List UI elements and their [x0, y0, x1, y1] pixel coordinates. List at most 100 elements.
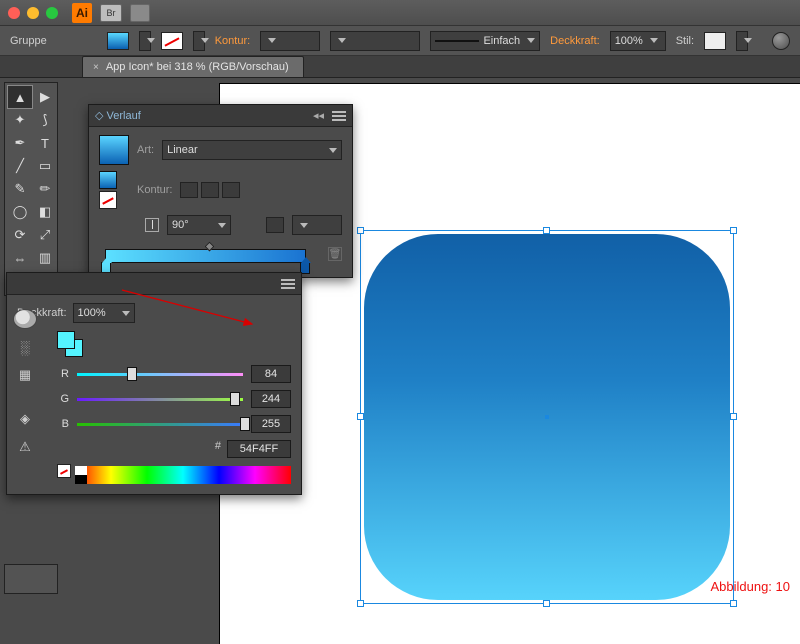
stroke-weight-field[interactable]	[260, 31, 320, 51]
selected-object[interactable]	[360, 230, 734, 604]
pen-tool[interactable]: ✒	[8, 132, 32, 154]
resize-handle[interactable]	[357, 600, 364, 607]
style-label: Stil:	[676, 35, 694, 47]
delete-stop-icon[interactable]: 🗑	[328, 247, 342, 261]
gradient-panel-header[interactable]: ◇ Verlauf ◂◂	[89, 105, 352, 127]
magic-wand-tool[interactable]: ✦	[8, 109, 32, 131]
direct-selection-tool[interactable]: ▶	[33, 86, 57, 108]
variable-width-profile[interactable]	[330, 31, 420, 51]
bridge-icon[interactable]: Br	[100, 4, 122, 22]
gradient-panel[interactable]: ◇ Verlauf ◂◂ Art: Linear Kontur:	[88, 104, 353, 278]
channel-g-slider[interactable]	[77, 394, 243, 404]
fill-swatch[interactable]	[107, 32, 129, 50]
hex-field[interactable]: 54F4FF	[227, 440, 291, 458]
eraser-tool[interactable]: ◧	[33, 201, 57, 223]
fill-dropdown[interactable]	[139, 31, 151, 51]
document-tab[interactable]: × App Icon* bei 318 % (RGB/Vorschau)	[82, 56, 304, 77]
free-transform-tool[interactable]: ▥	[33, 247, 57, 269]
resize-handle[interactable]	[730, 413, 737, 420]
cube-icon[interactable]: ◈	[13, 409, 37, 429]
document-tab-title: App Icon* bei 318 % (RGB/Vorschau)	[106, 61, 289, 73]
gradient-type-label: Art:	[137, 144, 154, 156]
opacity-label: Deckkraft:	[550, 35, 600, 47]
selection-type-label: Gruppe	[10, 35, 47, 47]
paintbrush-tool[interactable]: ✎	[8, 178, 32, 200]
gradient-ramp[interactable]	[105, 249, 306, 263]
graphic-style-dropdown[interactable]	[736, 31, 748, 51]
resize-handle[interactable]	[730, 600, 737, 607]
fill-proxy[interactable]	[57, 331, 75, 349]
aspect-ratio-field[interactable]	[292, 215, 342, 235]
gradient-midpoint[interactable]	[204, 242, 214, 252]
minimize-window-button[interactable]	[27, 7, 39, 19]
channel-b-label: B	[57, 418, 69, 430]
none-swatch-icon[interactable]	[57, 464, 71, 478]
document-tab-bar: × App Icon* bei 318 % (RGB/Vorschau)	[0, 56, 800, 78]
swatches-icon[interactable]: ▦	[13, 365, 37, 385]
close-window-button[interactable]	[8, 7, 20, 19]
gradient-fill-preview[interactable]	[99, 135, 129, 165]
app-logo: Ai	[72, 3, 92, 23]
center-point	[545, 415, 549, 419]
aspect-ratio-icon[interactable]	[266, 217, 284, 233]
hex-prefix: #	[215, 440, 221, 458]
resize-handle[interactable]	[357, 413, 364, 420]
type-tool[interactable]: T	[33, 132, 57, 154]
width-tool[interactable]: ⇔	[8, 247, 32, 269]
line-segment-tool[interactable]: ╱	[8, 155, 32, 177]
color-guide-icon[interactable]: ░	[13, 337, 37, 357]
window-titlebar: Ai Br	[0, 0, 800, 26]
panel-menu-icon[interactable]	[332, 111, 346, 121]
color-panel-dock: ░ ▦ ◈ ⚠	[13, 309, 41, 465]
arrange-documents-icon[interactable]	[130, 4, 150, 22]
color-panel-header[interactable]	[7, 273, 301, 295]
panel-collapse-icon[interactable]: ◂◂	[313, 109, 324, 122]
color-panel[interactable]: Deckkraft: 100% ░ ▦ ◈ ⚠ R 84	[6, 272, 302, 495]
brush-definition[interactable]: Einfach	[430, 31, 540, 51]
gradient-type-dropdown[interactable]: Linear	[162, 140, 342, 160]
pencil-tool[interactable]: ✏	[33, 178, 57, 200]
gradient-angle-field[interactable]: 90°	[167, 215, 231, 235]
color-spectrum[interactable]	[75, 466, 291, 484]
tools-panel: ▲ ▶ ✦ ⟆ ✒ T ╱ ▭ ✎ ✏ ◯ ◧ ⟳ ⤢ ⇔ ▥ ⬚ ▦	[4, 82, 58, 296]
bounding-box	[360, 230, 734, 604]
control-bar: Gruppe Kontur: Einfach Deckkraft: 100% S…	[0, 26, 800, 56]
blob-brush-tool[interactable]: ◯	[8, 201, 32, 223]
stop-opacity-field[interactable]: 100%	[73, 303, 135, 323]
zoom-window-button[interactable]	[46, 7, 58, 19]
gradient-stroke-preview[interactable]	[99, 171, 117, 189]
window-controls	[8, 7, 58, 19]
color-palette-icon[interactable]	[13, 309, 37, 329]
channel-b-slider[interactable]	[77, 419, 243, 429]
stroke-dropdown[interactable]	[193, 31, 205, 51]
resize-handle[interactable]	[543, 227, 550, 234]
tab-close-icon[interactable]: ×	[93, 62, 99, 73]
document-setup-icon[interactable]	[772, 32, 790, 50]
channel-g-value[interactable]: 244	[251, 390, 291, 408]
resize-handle[interactable]	[357, 227, 364, 234]
gradient-none-swatch[interactable]	[99, 191, 117, 209]
stroke-swatch[interactable]	[161, 32, 183, 50]
opacity-field[interactable]: 100%	[610, 31, 666, 51]
lasso-tool[interactable]: ⟆	[33, 109, 57, 131]
tools-panel-footer	[4, 564, 58, 594]
figure-caption: Abbildung: 10	[710, 579, 790, 594]
stroke-align-across-icon[interactable]	[222, 182, 240, 198]
channel-r-label: R	[57, 368, 69, 380]
resize-handle[interactable]	[730, 227, 737, 234]
channel-r-slider[interactable]	[77, 369, 243, 379]
gradient-stroke-label: Kontur:	[137, 184, 172, 196]
scale-tool[interactable]: ⤢	[33, 224, 57, 246]
stroke-align-within-icon[interactable]	[180, 182, 198, 198]
channel-b-value[interactable]: 255	[251, 415, 291, 433]
channel-r-value[interactable]: 84	[251, 365, 291, 383]
brush-label: Einfach	[483, 35, 520, 47]
stroke-align-along-icon[interactable]	[201, 182, 219, 198]
rectangle-tool[interactable]: ▭	[33, 155, 57, 177]
panel-menu-icon[interactable]	[281, 279, 295, 289]
graphic-style-swatch[interactable]	[704, 32, 726, 50]
selection-tool[interactable]: ▲	[8, 86, 32, 108]
fill-stroke-proxy[interactable]	[57, 331, 83, 357]
resize-handle[interactable]	[543, 600, 550, 607]
rotate-tool[interactable]: ⟳	[8, 224, 32, 246]
